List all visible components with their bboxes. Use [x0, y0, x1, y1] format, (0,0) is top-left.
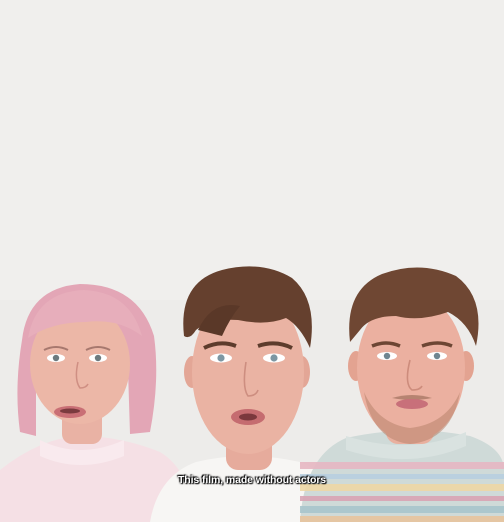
- video-frame: This film, made without actors: [0, 0, 504, 522]
- scene-illustration: [0, 0, 504, 522]
- subtitle-caption: This film, made without actors: [177, 474, 327, 486]
